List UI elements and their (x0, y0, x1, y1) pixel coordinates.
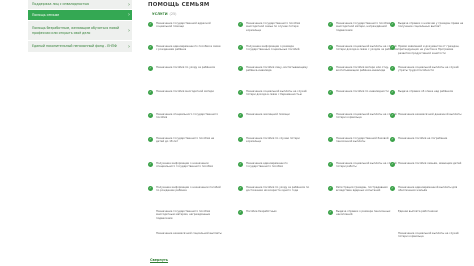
sidebar-item-pension-fund[interactable]: Единый накопительный пенсионный фонд - Е… (28, 41, 132, 53)
service-card-label: Выдача справки о размере пенсионных нако… (336, 210, 391, 217)
service-card-label: Назначение пособия по случаю потери корм… (246, 137, 300, 144)
check-circle-icon: ✓ (148, 162, 153, 167)
collapse-link[interactable]: Свернуть (150, 258, 168, 262)
service-card-label: Выдача справки о наличии у граждан права… (398, 22, 464, 29)
check-circle-icon: ✓ (328, 90, 333, 95)
check-circle-icon: ✓ (328, 22, 333, 27)
service-card-label: Единая выплата работникам (398, 210, 438, 213)
check-circle-icon: ✓ (238, 162, 243, 167)
check-circle-icon: ✓ (390, 137, 395, 142)
sidebar-item-unemployed-help[interactable]: Помощь безработным, желающим обучиться н… (28, 21, 132, 41)
chevron-right-icon: › (128, 27, 130, 34)
check-circle-icon: ✓ (328, 66, 333, 71)
service-card-label: Пособие безработным (246, 210, 277, 213)
service-card-label: Назначение государственной адресной соци… (156, 22, 211, 29)
check-circle-icon: ✓ (238, 186, 243, 191)
check-circle-icon: ✓ (238, 90, 243, 95)
check-circle-icon: ✓ (148, 22, 153, 27)
check-circle-icon: ✓ (148, 45, 153, 50)
service-card-label: Назначение единовременной выплаты для об… (398, 186, 458, 193)
service-card-label: Назначение государственного пособия на д… (156, 137, 215, 144)
service-card-label: Назначение единовременного государственн… (246, 162, 288, 169)
check-circle-icon: ✓ (148, 186, 153, 191)
check-circle-icon: ✓ (390, 162, 395, 167)
sidebar-item-label: Помощь семьям (32, 12, 59, 17)
check-circle-icon: ✓ (328, 45, 333, 50)
check-circle-icon: ✓ (148, 113, 153, 118)
check-circle-icon: ✓ (238, 66, 243, 71)
check-circle-icon: ✓ (390, 22, 395, 27)
service-card-label: Назначение единовременного пособия в свя… (156, 45, 221, 52)
check-circle-icon: ✓ (238, 113, 243, 118)
sidebar-item-label: Единый накопительный пенсионный фонд - Е… (32, 44, 117, 49)
check-circle-icon: ✓ (390, 186, 395, 191)
sidebar-item-label: Поддержка лиц с инвалидностью (32, 2, 90, 7)
check-circle-icon: ✓ (328, 162, 333, 167)
sidebar-item-disability-support[interactable]: Поддержка лиц с инвалидностью › (28, 0, 132, 10)
service-card-label: Назначение государственного пособия мног… (156, 210, 211, 220)
service-card-label: Назначение социальной выплаты на случай … (398, 232, 459, 239)
sidebar-item-family-help[interactable]: Помощь семьям › (28, 10, 132, 21)
check-circle-icon: ✓ (328, 113, 333, 118)
check-circle-icon: ✓ (238, 210, 243, 215)
service-card-label: Выдача справки об опеке над ребёнком (398, 90, 454, 93)
service-card-label: Назначение социальной выплаты на случай … (246, 90, 307, 97)
check-circle-icon: ✓ (238, 22, 243, 27)
check-circle-icon: ✓ (148, 90, 153, 95)
check-circle-icon: ✓ (390, 45, 395, 50)
service-card-label: Приём заявлений и документов от граждан,… (398, 45, 460, 55)
check-circle-icon: ✓ (328, 186, 333, 191)
service-card-label: Назначение пособия лицу, воспитывающему … (246, 66, 308, 73)
service-card-label: Получение информации о назначении пособи… (156, 186, 221, 193)
check-circle-icon: ✓ (238, 45, 243, 50)
services-label: УСЛУГИ (152, 12, 168, 16)
service-card-label: Назначение жилищной помощи (246, 113, 290, 116)
service-card-label: Назначение пособия по уходу за ребёнком (156, 66, 216, 69)
service-card-label: Получение информации о размере государст… (246, 45, 300, 52)
check-circle-icon: ✓ (390, 66, 395, 71)
chevron-right-icon: › (128, 1, 130, 8)
check-circle-icon: ✓ (328, 210, 333, 215)
service-card-label: Назначение пособия по уходу за ребёнком … (246, 186, 310, 193)
service-card-label: Назначение пособия на погребение (398, 137, 448, 140)
service-card-label: Назначение пособия семьям, имеющим детей (398, 162, 462, 165)
service-card-label: Получение информации о назначении специа… (156, 162, 213, 169)
services-header: УСЛУГИ (25) (152, 12, 177, 16)
check-circle-icon: ✓ (148, 66, 153, 71)
check-circle-icon: ✓ (390, 113, 395, 118)
service-card-label: Назначение социальной выплаты на случай … (398, 66, 459, 73)
check-circle-icon: ✓ (390, 90, 395, 95)
check-circle-icon: ✓ (328, 137, 333, 142)
service-card-label: Назначение ежемесячной денежной выплаты (398, 113, 462, 116)
chevron-right-icon: › (128, 43, 130, 50)
services-count: (25) (169, 12, 177, 16)
page-title: ПОМОЩЬ СЕМЬЯМ (148, 2, 210, 8)
check-circle-icon: ✓ (238, 137, 243, 142)
sidebar: Поддержка лиц с инвалидностью › Помощь с… (28, 0, 132, 53)
service-card-label: Назначение пособия многодетной матери (156, 90, 214, 93)
service-card-label: Назначение ежемесячной социальной выплат… (156, 232, 222, 235)
service-card-label: Назначение государственного пособия мног… (246, 22, 301, 32)
check-circle-icon: ✓ (148, 137, 153, 142)
service-card-label: Назначение специального государственного… (156, 113, 219, 120)
chevron-right-icon: › (128, 11, 130, 18)
sidebar-item-label: Помощь безработным, желающим обучиться н… (32, 26, 120, 35)
